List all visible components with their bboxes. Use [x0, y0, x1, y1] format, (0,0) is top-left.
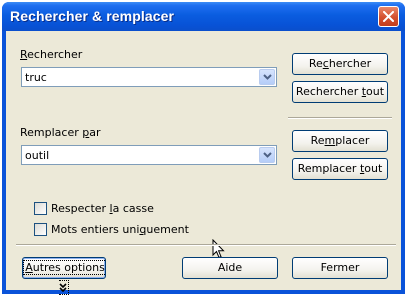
find-all-button[interactable]: Rechercher tout: [292, 81, 388, 103]
match-case-checkbox[interactable]: [34, 202, 47, 215]
search-value: truc: [25, 71, 47, 84]
close-button[interactable]: Fermer: [292, 257, 388, 279]
replace-combobox[interactable]: outil: [21, 145, 277, 165]
footer-separator: [16, 244, 396, 246]
close-icon: [383, 11, 394, 22]
title-bar[interactable]: Rechercher & remplacer: [2, 2, 405, 31]
dialog-window: Rechercher & remplacer Rechercher truc R…: [2, 2, 405, 295]
find-button[interactable]: Rechercher: [292, 53, 388, 75]
search-dropdown-button[interactable]: [259, 69, 275, 85]
more-options-button[interactable]: Autres options: [22, 257, 106, 295]
replace-label: Remplacer par: [20, 126, 101, 139]
close-window-button[interactable]: [378, 6, 399, 27]
replace-dropdown-button[interactable]: [259, 147, 275, 163]
replace-button[interactable]: Remplacer: [292, 130, 388, 152]
replace-value: outil: [25, 149, 50, 162]
chevron-down-icon: [263, 74, 272, 80]
dialog-body: Rechercher truc Rechercher Rechercher to…: [6, 31, 401, 295]
whole-words-checkbox[interactable]: [34, 223, 47, 236]
chevron-down-icon: [263, 152, 272, 158]
replace-all-button[interactable]: Remplacer tout: [292, 158, 388, 180]
mouse-cursor-icon: [212, 239, 225, 259]
double-chevron-down-icon: [59, 283, 67, 293]
window-title: Rechercher & remplacer: [10, 8, 175, 24]
help-button[interactable]: Aide: [182, 257, 278, 279]
button-group-separator: [288, 117, 392, 119]
search-combobox[interactable]: truc: [21, 67, 277, 87]
match-case-label[interactable]: Respecter la casse: [51, 202, 154, 215]
whole-words-label[interactable]: Mots entiers uniquement: [51, 223, 189, 236]
search-label: Rechercher: [20, 48, 83, 61]
